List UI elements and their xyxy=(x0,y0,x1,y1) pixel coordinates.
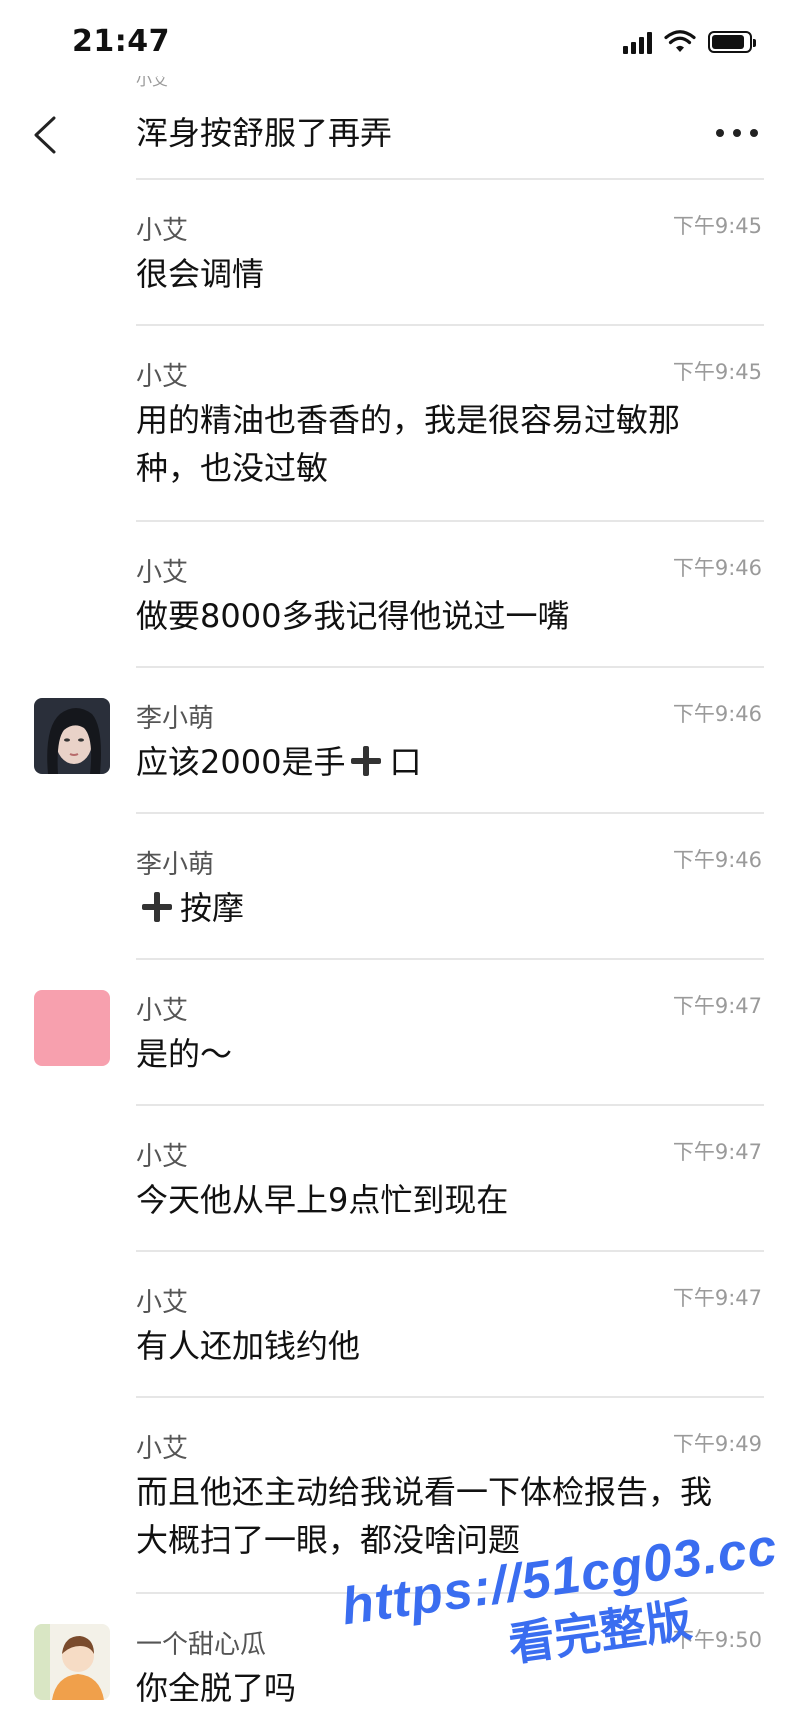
message-time: 下午9:46 xyxy=(672,556,762,580)
divider xyxy=(136,1396,764,1398)
message-text-line: 用的精油也香香的，我是很容易过敏那 xyxy=(136,401,681,439)
divider xyxy=(136,1250,764,1252)
signal-icon xyxy=(623,30,652,54)
divider xyxy=(136,520,764,522)
avatar-photo xyxy=(34,1624,110,1700)
more-button[interactable] xyxy=(712,118,762,148)
message-text: 按摩 xyxy=(136,884,768,932)
message-time: 下午9:47 xyxy=(672,1140,762,1164)
page-title: 浑身按舒服了再弄 xyxy=(136,114,393,152)
message-text-line: 种，也没过敏 xyxy=(136,449,329,487)
message-time: 下午9:46 xyxy=(672,702,762,726)
wifi-icon xyxy=(664,30,696,52)
sender-name: 小艾 xyxy=(136,1434,189,1464)
message-text: 是的～ xyxy=(136,1035,233,1073)
back-button[interactable] xyxy=(28,110,68,160)
avatar[interactable] xyxy=(34,990,110,1066)
message-text: 很会调情 xyxy=(136,255,265,293)
status-icons xyxy=(623,30,756,54)
sender-name: 小艾 xyxy=(136,1288,189,1318)
sender-name: 一个甜心瓜 xyxy=(136,1630,267,1660)
message-time: 下午9:45 xyxy=(672,214,762,238)
partial-sender-label: 小艾 xyxy=(136,76,169,88)
sender-name: 小艾 xyxy=(136,558,189,588)
more-dots-icon xyxy=(716,129,758,137)
sender-name: 小艾 xyxy=(136,362,189,392)
message-text-part: 应该2000是手 xyxy=(136,743,346,781)
message-text: 有人还加钱约他 xyxy=(136,1327,361,1365)
sender-name: 小艾 xyxy=(136,1142,189,1172)
divider xyxy=(136,958,764,960)
plus-icon xyxy=(351,746,382,776)
battery-icon xyxy=(708,31,756,53)
status-bar: 21:47 xyxy=(0,0,800,80)
divider xyxy=(136,1104,764,1106)
divider xyxy=(136,666,764,668)
divider xyxy=(136,178,764,180)
message-text: 应该2000是手 口 xyxy=(136,738,768,786)
sender-name: 小艾 xyxy=(136,996,189,1026)
sender-name: 小艾 xyxy=(136,216,189,246)
message-text-part: 按摩 xyxy=(180,889,245,927)
back-chevron-icon xyxy=(34,116,56,154)
plus-icon xyxy=(142,892,172,922)
avatar-photo xyxy=(34,698,110,774)
message-time: 下午9:47 xyxy=(672,1286,762,1310)
divider xyxy=(136,812,764,814)
message-time: 下午9:46 xyxy=(672,848,762,872)
message-text-part: 口 xyxy=(389,743,422,781)
avatar[interactable] xyxy=(34,698,110,774)
message-text-line: 而且他还主动给我说看一下体检报告，我 xyxy=(136,1473,713,1511)
avatar[interactable] xyxy=(34,1624,110,1700)
message-text: 用的精油也香香的，我是很容易过敏那 种，也没过敏 xyxy=(136,396,768,492)
status-time: 21:47 xyxy=(72,24,170,59)
message-text: 今天他从早上9点忙到现在 xyxy=(136,1181,509,1219)
message-time: 下午9:47 xyxy=(672,994,762,1018)
message-time: 下午9:49 xyxy=(672,1432,762,1456)
sender-name: 李小萌 xyxy=(136,850,215,880)
message-text: 做要8000多我记得他说过一嘴 xyxy=(136,597,570,635)
divider xyxy=(136,324,764,326)
message-time: 下午9:45 xyxy=(672,360,762,384)
sender-name: 李小萌 xyxy=(136,704,215,734)
